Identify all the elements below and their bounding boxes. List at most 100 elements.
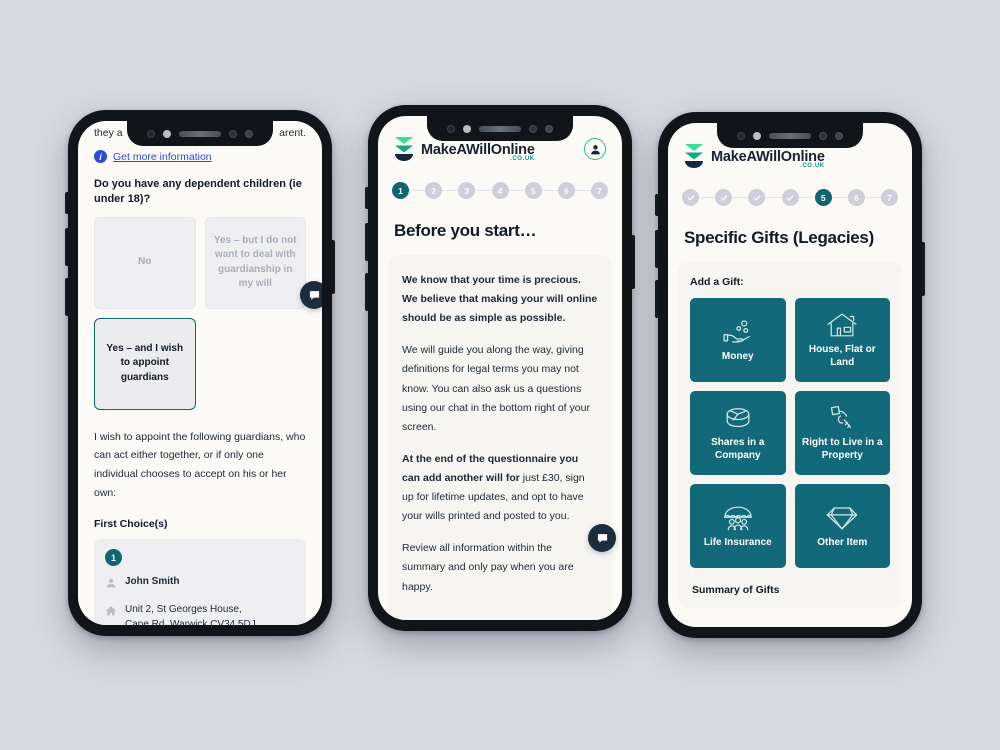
- phone1-mute-switch[interactable]: [65, 192, 68, 214]
- gift-tile-right-to-live[interactable]: Right to Live in a Property: [794, 391, 890, 475]
- phone3-volume-down-button[interactable]: [655, 280, 658, 318]
- gift-tile-house[interactable]: House, Flat or Land: [794, 298, 890, 382]
- intro-paragraph-3: At the end of the questionnaire you can …: [402, 450, 598, 526]
- gift-tile-money-label: Money: [721, 350, 754, 362]
- user-account-icon: [590, 144, 600, 154]
- guardians-intro-paragraph: I wish to appoint the following guardian…: [94, 430, 306, 499]
- brand-logo-text: MakeAWillOnline .CO.UK: [711, 149, 825, 169]
- step-4[interactable]: [781, 189, 799, 206]
- phone3-volume-up-button[interactable]: [655, 230, 658, 268]
- guardian-name: John Smith: [125, 576, 180, 588]
- makeawillonline-logo-icon: [684, 143, 704, 169]
- step-5[interactable]: 5: [814, 189, 832, 206]
- phone1-content: they a arent. i Get more information Do …: [78, 121, 322, 625]
- earpiece-speaker-icon: [479, 125, 521, 132]
- step-connector: [541, 190, 558, 191]
- phone1-notch: [127, 121, 273, 146]
- house-icon: [827, 313, 857, 337]
- guardian-address-row: Unit 2, St Georges House, Cape Rd, Warwi…: [105, 603, 295, 625]
- info-icon: i: [94, 150, 107, 163]
- step-connector: [831, 197, 848, 198]
- phone2-screen: MakeAWillOnline .CO.UK 1 2 3 4 5 6 7 Bef…: [378, 116, 622, 620]
- phone1-volume-up-button[interactable]: [65, 228, 68, 266]
- gift-tile-other-item-label: Other Item: [817, 536, 868, 548]
- phone2-volume-up-button[interactable]: [365, 223, 368, 261]
- check-icon: [786, 194, 794, 201]
- step-3[interactable]: [748, 189, 766, 206]
- gift-tile-other-item[interactable]: Other Item: [794, 484, 890, 568]
- dependent-children-question: Do you have any dependent children (ie u…: [94, 178, 302, 205]
- step-6[interactable]: 6: [847, 189, 865, 206]
- option-yes-appoint-guardians[interactable]: Yes – and I wish to appoint guardians: [94, 317, 196, 410]
- page-title: Specific Gifts (Legacies): [684, 228, 874, 247]
- earpiece-speaker-icon: [179, 130, 221, 137]
- step-connector: [442, 190, 459, 191]
- phone-device-3: MakeAWillOnline .CO.UK 5 6 7 Specific Gi…: [655, 112, 925, 638]
- chat-widget-button-2[interactable]: [588, 524, 616, 552]
- hand-coins-icon: [723, 319, 750, 343]
- camera-icon: [147, 129, 155, 138]
- step-connector: [765, 197, 782, 198]
- step-1[interactable]: 1: [392, 182, 409, 199]
- chat-bubble-icon: [597, 533, 607, 543]
- phone-device-2: MakeAWillOnline .CO.UK 1 2 3 4 5 6 7 Bef…: [365, 105, 635, 631]
- intro-paragraph-2: We will guide you along the way, giving …: [402, 344, 590, 433]
- phone2-notch: [427, 116, 573, 141]
- step-7[interactable]: 7: [881, 189, 899, 206]
- sensor-icon: [753, 131, 761, 140]
- phone2-content: MakeAWillOnline .CO.UK 1 2 3 4 5 6 7 Bef…: [378, 116, 622, 620]
- step-3[interactable]: 3: [458, 182, 476, 199]
- add-gift-label: Add a Gift:: [690, 276, 744, 288]
- step-connector: [409, 190, 426, 191]
- step-1[interactable]: [682, 189, 699, 206]
- truncated-text-right: arent.: [279, 127, 306, 139]
- first-choice-label: First Choice(s): [94, 518, 168, 531]
- phone2-volume-down-button[interactable]: [365, 273, 368, 311]
- page-title: Before you start…: [394, 221, 537, 240]
- gift-tile-life-insurance[interactable]: Life Insurance: [690, 484, 786, 568]
- umbrella-family-icon: [723, 506, 752, 530]
- guardian-address-line2: Cape Rd, Warwick CV34 5DJ: [125, 618, 256, 625]
- sensor-icon: [163, 129, 171, 138]
- chat-widget-button-1[interactable]: [300, 281, 322, 309]
- gift-tile-shares[interactable]: Shares in a Company: [690, 391, 786, 475]
- step-5[interactable]: 5: [524, 182, 542, 199]
- phone-device-1: they a arent. i Get more information Do …: [65, 110, 335, 636]
- step-2[interactable]: [715, 189, 733, 206]
- dependent-children-options: No Yes – but I do not want to deal with …: [94, 216, 306, 410]
- gift-tile-house-label: House, Flat or Land: [808, 344, 876, 368]
- camera-icon: [447, 124, 455, 133]
- earpiece-speaker-icon: [769, 132, 811, 139]
- home-icon: [105, 604, 117, 622]
- face-id-sensor-icon: [835, 131, 843, 140]
- gift-tile-money[interactable]: Money: [690, 298, 786, 382]
- phone3-progress-stepper: 5 6 7: [682, 189, 899, 206]
- person-icon: [105, 576, 117, 594]
- phone1-screen: they a arent. i Get more information Do …: [78, 121, 322, 625]
- get-more-information-label[interactable]: Get more information: [113, 151, 212, 163]
- intro-paragraph-1: We know that your time is precious. We b…: [402, 274, 598, 325]
- account-button[interactable]: [584, 138, 606, 160]
- phone2-mute-switch[interactable]: [365, 187, 368, 209]
- step-2[interactable]: 2: [425, 182, 443, 199]
- phone3-notch: [717, 123, 863, 148]
- guardian-number-badge: 1: [105, 549, 122, 567]
- step-6[interactable]: 6: [557, 182, 575, 199]
- summary-of-gifts-label: Summary of Gifts: [692, 584, 780, 596]
- phone3-screen: MakeAWillOnline .CO.UK 5 6 7 Specific Gi…: [668, 123, 912, 627]
- get-more-information-link[interactable]: i Get more information: [94, 150, 306, 163]
- phone3-mute-switch[interactable]: [655, 194, 658, 216]
- option-yes-no-guardianship[interactable]: Yes – but I do not want to deal with gua…: [204, 216, 306, 309]
- phone2-power-button[interactable]: [632, 235, 635, 289]
- step-7[interactable]: 7: [591, 182, 609, 199]
- option-no[interactable]: No: [94, 216, 196, 309]
- phone1-power-button[interactable]: [332, 240, 335, 294]
- phone3-power-button[interactable]: [922, 242, 925, 296]
- brand-logo-text: MakeAWillOnline .CO.UK: [421, 142, 535, 162]
- step-connector: [475, 190, 492, 191]
- check-icon: [753, 194, 761, 201]
- camera-icon: [737, 131, 745, 140]
- step-4[interactable]: 4: [491, 182, 509, 199]
- phone1-volume-down-button[interactable]: [65, 278, 68, 316]
- step-connector: [798, 197, 815, 198]
